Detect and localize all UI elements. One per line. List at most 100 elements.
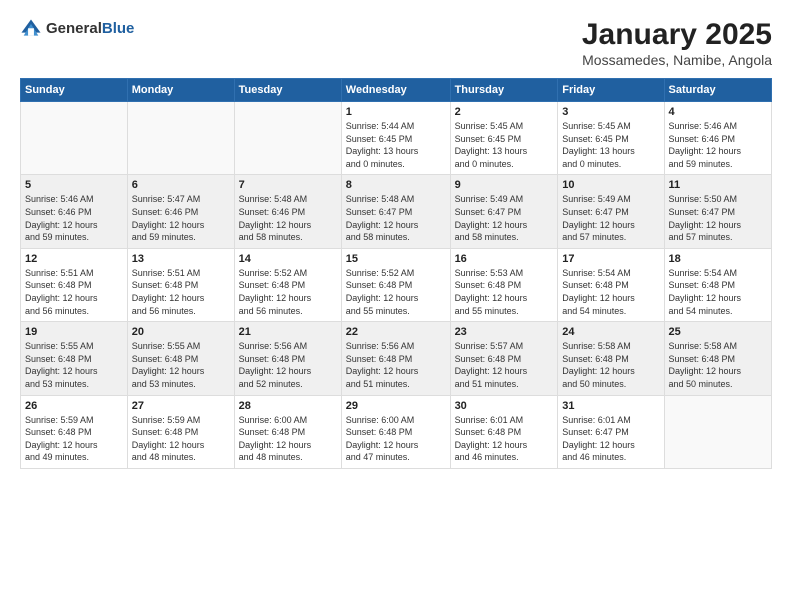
calendar-cell: 3 Sunrise: 5:45 AM Sunset: 6:45 PM Daylig… <box>558 102 664 175</box>
weekday-header-row: SundayMondayTuesdayWednesdayThursdayFrid… <box>21 79 772 102</box>
calendar-cell: 18 Sunrise: 5:54 AM Sunset: 6:48 PM Dayli… <box>664 248 771 321</box>
calendar-cell: 27 Sunrise: 5:59 AM Sunset: 6:48 PM Dayli… <box>127 395 234 468</box>
day-info: Sunrise: 5:44 AM Sunset: 6:45 PM Dayligh… <box>346 120 446 170</box>
day-info: Sunrise: 5:45 AM Sunset: 6:45 PM Dayligh… <box>562 120 659 170</box>
day-info: Sunrise: 5:46 AM Sunset: 6:46 PM Dayligh… <box>669 120 767 170</box>
calendar-cell: 1 Sunrise: 5:44 AM Sunset: 6:45 PM Daylig… <box>341 102 450 175</box>
day-info: Sunrise: 5:59 AM Sunset: 6:48 PM Dayligh… <box>25 414 123 464</box>
day-info: Sunrise: 5:49 AM Sunset: 6:47 PM Dayligh… <box>455 193 554 243</box>
day-info: Sunrise: 5:56 AM Sunset: 6:48 PM Dayligh… <box>346 340 446 390</box>
calendar-cell: 20 Sunrise: 5:55 AM Sunset: 6:48 PM Dayli… <box>127 322 234 395</box>
calendar-cell: 28 Sunrise: 6:00 AM Sunset: 6:48 PM Dayli… <box>234 395 341 468</box>
calendar-cell: 17Sunrise: 5:54 AM Sunset: 6:48 PM Dayli… <box>558 248 664 321</box>
main-title: January 2025 <box>582 18 772 52</box>
sub-title: Mossamedes, Namibe, Angola <box>582 52 772 68</box>
calendar-cell: 29Sunrise: 6:00 AM Sunset: 6:48 PM Dayli… <box>341 395 450 468</box>
calendar-cell <box>127 102 234 175</box>
day-number: 9 <box>455 179 554 191</box>
day-number: 24 <box>562 326 659 338</box>
calendar-cell: 7 Sunrise: 5:48 AM Sunset: 6:46 PM Daylig… <box>234 175 341 248</box>
calendar-cell: 12 Sunrise: 5:51 AM Sunset: 6:48 PM Dayli… <box>21 248 128 321</box>
day-info: Sunrise: 5:54 AM Sunset: 6:48 PM Dayligh… <box>669 267 767 317</box>
day-info: Sunrise: 5:53 AM Sunset: 6:48 PM Dayligh… <box>455 267 554 317</box>
day-number: 7 <box>239 179 337 191</box>
day-number: 11 <box>669 179 767 191</box>
day-number: 13 <box>132 253 230 265</box>
day-info: Sunrise: 5:46 AM Sunset: 6:46 PM Dayligh… <box>25 193 123 243</box>
day-number: 6 <box>132 179 230 191</box>
day-number: 21 <box>239 326 337 338</box>
day-info: Sunrise: 5:52 AM Sunset: 6:48 PM Dayligh… <box>239 267 337 317</box>
calendar-cell: 31 Sunrise: 6:01 AM Sunset: 6:47 PM Dayli… <box>558 395 664 468</box>
day-info: Sunrise: 5:57 AM Sunset: 6:48 PM Dayligh… <box>455 340 554 390</box>
calendar-week-row: 19Sunrise: 5:55 AM Sunset: 6:48 PM Dayli… <box>21 322 772 395</box>
day-number: 27 <box>132 400 230 412</box>
calendar-cell: 14Sunrise: 5:52 AM Sunset: 6:48 PM Dayli… <box>234 248 341 321</box>
calendar-cell: 9 Sunrise: 5:49 AM Sunset: 6:47 PM Daylig… <box>450 175 558 248</box>
day-number: 8 <box>346 179 446 191</box>
day-number: 30 <box>455 400 554 412</box>
day-info: Sunrise: 5:55 AM Sunset: 6:48 PM Dayligh… <box>25 340 123 390</box>
calendar-cell: 15 Sunrise: 5:52 AM Sunset: 6:48 PM Dayli… <box>341 248 450 321</box>
day-info: Sunrise: 6:00 AM Sunset: 6:48 PM Dayligh… <box>346 414 446 464</box>
day-number: 10 <box>562 179 659 191</box>
day-info: Sunrise: 6:01 AM Sunset: 6:48 PM Dayligh… <box>455 414 554 464</box>
day-info: Sunrise: 5:56 AM Sunset: 6:48 PM Dayligh… <box>239 340 337 390</box>
day-number: 18 <box>669 253 767 265</box>
day-info: Sunrise: 5:54 AM Sunset: 6:48 PM Dayligh… <box>562 267 659 317</box>
calendar-week-row: 1 Sunrise: 5:44 AM Sunset: 6:45 PM Daylig… <box>21 102 772 175</box>
weekday-header-sunday: Sunday <box>21 79 128 102</box>
calendar-cell: 8 Sunrise: 5:48 AM Sunset: 6:47 PM Daylig… <box>341 175 450 248</box>
calendar-cell: 4 Sunrise: 5:46 AM Sunset: 6:46 PM Daylig… <box>664 102 771 175</box>
day-number: 28 <box>239 400 337 412</box>
day-info: Sunrise: 5:58 AM Sunset: 6:48 PM Dayligh… <box>669 340 767 390</box>
day-info: Sunrise: 6:00 AM Sunset: 6:48 PM Dayligh… <box>239 414 337 464</box>
calendar-week-row: 5 Sunrise: 5:46 AM Sunset: 6:46 PM Daylig… <box>21 175 772 248</box>
day-number: 3 <box>562 106 659 118</box>
weekday-header-saturday: Saturday <box>664 79 771 102</box>
day-info: Sunrise: 5:50 AM Sunset: 6:47 PM Dayligh… <box>669 193 767 243</box>
day-number: 20 <box>132 326 230 338</box>
day-number: 2 <box>455 106 554 118</box>
day-number: 22 <box>346 326 446 338</box>
day-info: Sunrise: 5:48 AM Sunset: 6:46 PM Dayligh… <box>239 193 337 243</box>
calendar-week-row: 12 Sunrise: 5:51 AM Sunset: 6:48 PM Dayli… <box>21 248 772 321</box>
day-info: Sunrise: 5:59 AM Sunset: 6:48 PM Dayligh… <box>132 414 230 464</box>
calendar-cell: 23Sunrise: 5:57 AM Sunset: 6:48 PM Dayli… <box>450 322 558 395</box>
logo-blue: Blue <box>102 20 135 37</box>
calendar-cell: 22 Sunrise: 5:56 AM Sunset: 6:48 PM Dayli… <box>341 322 450 395</box>
day-info: Sunrise: 5:48 AM Sunset: 6:47 PM Dayligh… <box>346 193 446 243</box>
title-block: January 2025 Mossamedes, Namibe, Angola <box>582 18 772 68</box>
calendar-cell: 25Sunrise: 5:58 AM Sunset: 6:48 PM Dayli… <box>664 322 771 395</box>
calendar-table: SundayMondayTuesdayWednesdayThursdayFrid… <box>20 78 772 469</box>
day-number: 15 <box>346 253 446 265</box>
day-info: Sunrise: 6:01 AM Sunset: 6:47 PM Dayligh… <box>562 414 659 464</box>
calendar-cell: 5 Sunrise: 5:46 AM Sunset: 6:46 PM Daylig… <box>21 175 128 248</box>
day-info: Sunrise: 5:55 AM Sunset: 6:48 PM Dayligh… <box>132 340 230 390</box>
day-number: 1 <box>346 106 446 118</box>
calendar-cell: 11 Sunrise: 5:50 AM Sunset: 6:47 PM Dayli… <box>664 175 771 248</box>
day-info: Sunrise: 5:45 AM Sunset: 6:45 PM Dayligh… <box>455 120 554 170</box>
day-number: 12 <box>25 253 123 265</box>
day-number: 5 <box>25 179 123 191</box>
calendar-cell: 30 Sunrise: 6:01 AM Sunset: 6:48 PM Dayli… <box>450 395 558 468</box>
day-info: Sunrise: 5:47 AM Sunset: 6:46 PM Dayligh… <box>132 193 230 243</box>
day-number: 31 <box>562 400 659 412</box>
calendar-cell: 21 Sunrise: 5:56 AM Sunset: 6:48 PM Dayli… <box>234 322 341 395</box>
calendar-cell: 26Sunrise: 5:59 AM Sunset: 6:48 PM Dayli… <box>21 395 128 468</box>
weekday-header-tuesday: Tuesday <box>234 79 341 102</box>
calendar-cell: 2 Sunrise: 5:45 AM Sunset: 6:45 PM Daylig… <box>450 102 558 175</box>
day-number: 4 <box>669 106 767 118</box>
calendar-cell <box>664 395 771 468</box>
logo-icon <box>20 18 42 40</box>
logo: GeneralBlue <box>20 18 134 40</box>
weekday-header-thursday: Thursday <box>450 79 558 102</box>
calendar-cell: 13 Sunrise: 5:51 AM Sunset: 6:48 PM Dayli… <box>127 248 234 321</box>
calendar-cell <box>21 102 128 175</box>
day-info: Sunrise: 5:51 AM Sunset: 6:48 PM Dayligh… <box>132 267 230 317</box>
day-info: Sunrise: 5:49 AM Sunset: 6:47 PM Dayligh… <box>562 193 659 243</box>
logo-general: General <box>46 20 102 37</box>
day-info: Sunrise: 5:51 AM Sunset: 6:48 PM Dayligh… <box>25 267 123 317</box>
weekday-header-wednesday: Wednesday <box>341 79 450 102</box>
day-info: Sunrise: 5:52 AM Sunset: 6:48 PM Dayligh… <box>346 267 446 317</box>
